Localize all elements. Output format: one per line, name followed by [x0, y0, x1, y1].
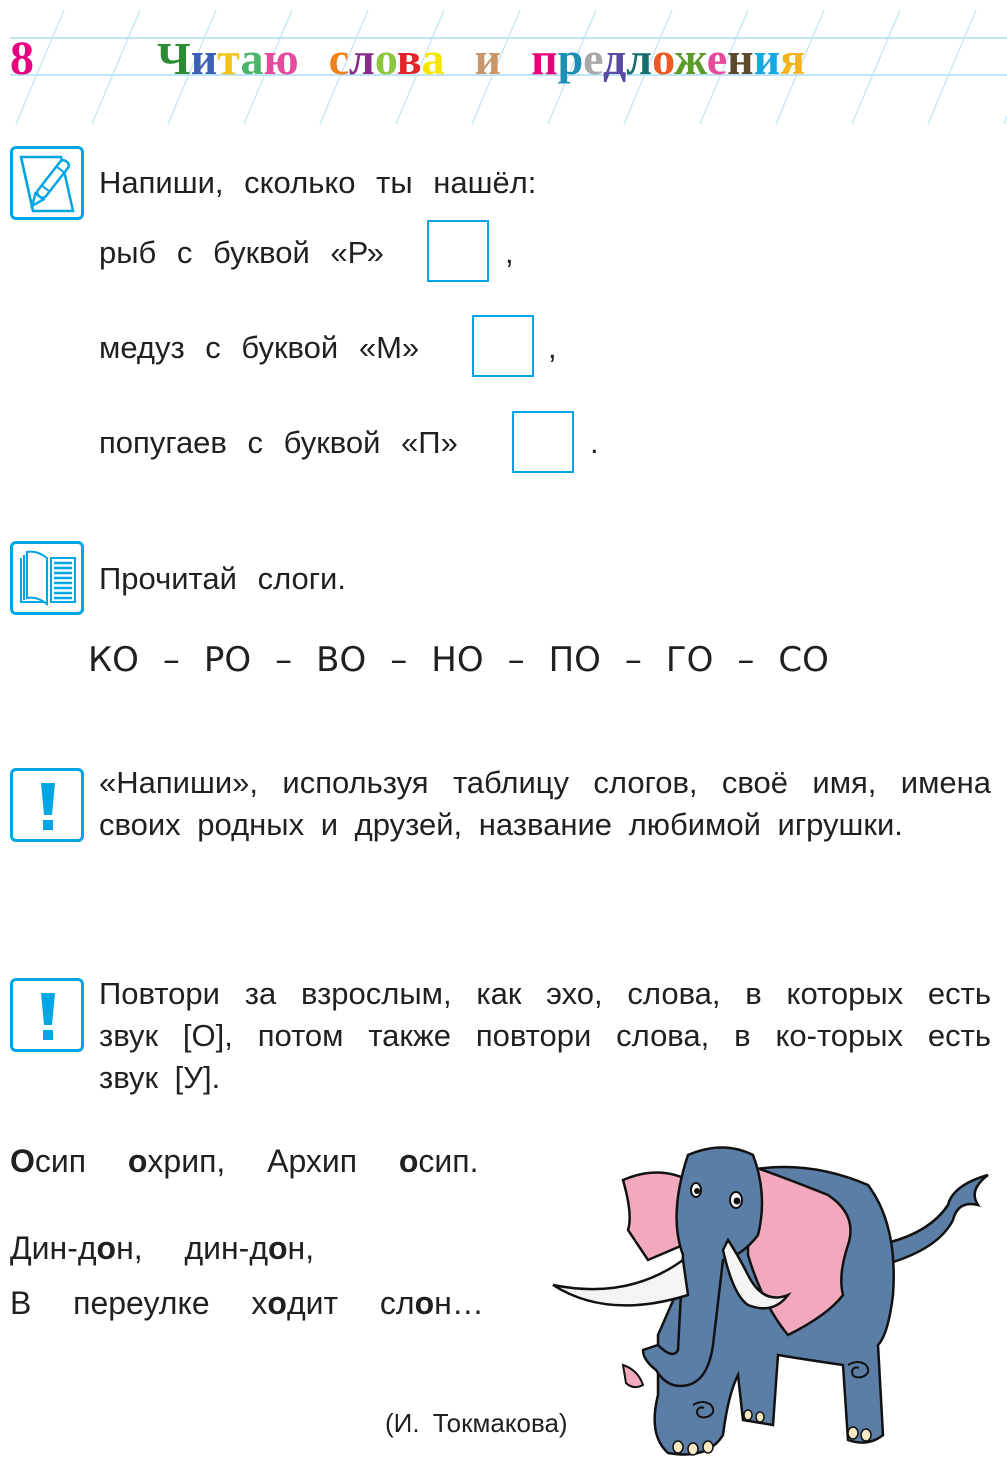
syllable-separator: –	[275, 640, 293, 680]
title-word: предложения	[531, 33, 805, 84]
title-letter: и	[474, 33, 502, 84]
elephant-tail	[876, 1173, 989, 1267]
syllable-separator: –	[162, 640, 180, 680]
highlighted-sound: о	[96, 1230, 117, 1266]
answer-box-parrots[interactable]	[512, 411, 574, 473]
title-letter: и	[190, 33, 218, 84]
task1-line-fish: рыб с буквой «Р»	[99, 235, 384, 270]
poem-line-1: Осип охрип, Архип осип.	[10, 1143, 479, 1179]
grid-slant-line	[91, 9, 141, 125]
title-letter: о	[652, 33, 674, 84]
title-letter: а	[240, 33, 264, 84]
grid-slant-line	[927, 9, 977, 125]
highlighted-sound: о	[267, 1285, 287, 1321]
title-letter: Ч	[157, 33, 191, 84]
task4-instruction: Повтори за взрослым, как эхо, слова, в к…	[99, 976, 991, 1095]
highlighted-sound: о	[127, 1143, 148, 1179]
title-letter: л	[626, 33, 653, 84]
syllable: СО	[778, 640, 829, 680]
title-letter: и	[753, 33, 781, 84]
highlighted-sound: о	[414, 1285, 435, 1321]
title-letter: п	[531, 33, 558, 84]
title-letter: о	[374, 33, 397, 84]
poem-author: (И. Токмакова)	[385, 1408, 568, 1438]
answer-box-fish[interactable]	[427, 220, 489, 282]
task1-line-jellyfish: медуз с буквой «М»	[99, 330, 420, 365]
elephant-illustration	[552, 1146, 989, 1456]
title-letter: а	[421, 33, 445, 84]
poem-text: В переулке х	[10, 1285, 268, 1321]
title-letter: ю	[263, 33, 299, 84]
title-letter: т	[217, 33, 241, 84]
highlighted-sound: о	[267, 1230, 288, 1266]
syllable-row: КО – РО – ВО – НО – ПО – ГО – СО	[88, 640, 829, 680]
title-letter: н	[727, 33, 754, 84]
syllable: РО	[203, 640, 252, 680]
poem-text: Дин-д	[10, 1230, 97, 1266]
title-letter: в	[396, 33, 422, 84]
poem-line-2: Дин-дон, дин-дон,	[10, 1230, 314, 1266]
elephant-trunk-tip	[621, 1363, 645, 1389]
poem-text: н, дин-д	[116, 1230, 268, 1266]
poem-text: сип.	[418, 1143, 479, 1179]
title-letter: р	[557, 33, 584, 84]
pencil-paper-icon	[10, 146, 84, 220]
title-word: слова	[329, 33, 445, 84]
open-book-icon	[10, 541, 84, 615]
syllable-separator: –	[737, 640, 755, 680]
title-word: и	[475, 33, 502, 84]
poem-text: н…	[434, 1285, 484, 1321]
syllable: ВО	[316, 640, 367, 680]
title-letter: е	[706, 33, 728, 84]
title-letter: л	[349, 33, 375, 84]
answer-box-jellyfish[interactable]	[472, 315, 534, 377]
highlighted-sound: О	[10, 1143, 35, 1179]
title-letter: ж	[673, 33, 707, 84]
title-letter: е	[583, 33, 603, 84]
page-number: 8	[10, 32, 34, 85]
poem-text: н,	[287, 1230, 315, 1266]
task1-line-jellyfish-punct: ,	[548, 330, 557, 365]
exclamation-icon	[10, 978, 84, 1052]
title-letter: д	[602, 33, 627, 84]
highlighted-sound: о	[398, 1143, 419, 1179]
poem-text: хрип, Архип	[147, 1143, 399, 1179]
syllable: КО	[88, 640, 139, 680]
title-letter: с	[328, 33, 350, 84]
task1-line-fish-punct: ,	[505, 235, 514, 270]
task1-line-parrots-punct: .	[590, 425, 599, 460]
task3-instruction: «Напиши», используя таблицу слогов, своё…	[99, 765, 991, 842]
exclamation-icon	[10, 768, 84, 842]
syllable: НО	[431, 640, 484, 680]
page-title: Читаю слова и предложения	[157, 34, 835, 84]
poem-line-3: В переулке ходит слон…	[10, 1285, 484, 1321]
title-word: Читаю	[157, 33, 299, 84]
task2-prompt: Прочитай слоги.	[99, 561, 346, 596]
task1-prompt: Напиши, сколько ты нашёл:	[99, 165, 537, 200]
grid-slant-line	[851, 9, 901, 125]
title-letter: я	[780, 33, 806, 84]
poem-text: дит сл	[286, 1285, 415, 1321]
task1-line-parrots: попугаев с буквой «П»	[99, 425, 458, 460]
poem-text: сип	[34, 1143, 128, 1179]
syllable: ГО	[665, 640, 714, 680]
syllable-separator: –	[507, 640, 525, 680]
syllable-separator: –	[390, 640, 408, 680]
syllable-separator: –	[624, 640, 642, 680]
syllable: ПО	[548, 640, 601, 680]
